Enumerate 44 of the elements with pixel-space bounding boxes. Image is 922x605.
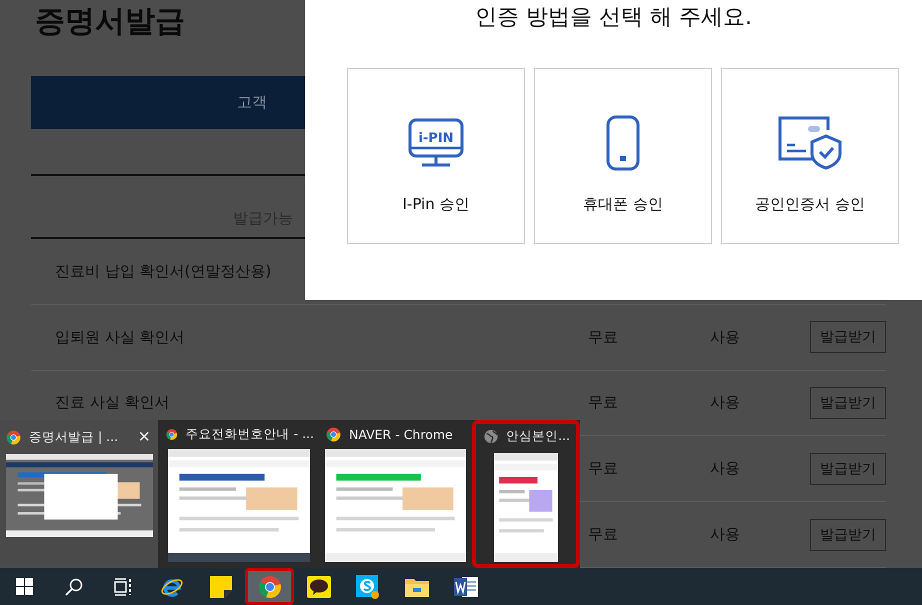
fee-cell-text: 무료 — [587, 393, 619, 412]
speech-bubble-icon — [306, 576, 330, 598]
sticky-note-icon — [210, 576, 232, 598]
option-label: 공인인증서 승인 — [755, 195, 865, 214]
chrome-logo-icon — [326, 427, 341, 442]
window-thumbnail[interactable]: 주요전화번호안내 - ... — [160, 420, 318, 568]
chrome-logo-icon — [166, 427, 178, 442]
window-thumbnail[interactable]: 증명서발급 | ... × — [0, 420, 158, 568]
chrome-logo-icon — [258, 574, 282, 598]
search-icon — [64, 578, 82, 596]
modal-title: 인증 방법을 선택 해 주세요. — [475, 4, 752, 32]
close-button[interactable]: × — [134, 427, 154, 447]
phone-icon — [606, 115, 640, 171]
fee-cell-text: 무료 — [587, 525, 619, 544]
tab-label: 고객 — [237, 93, 267, 112]
fee-cell-text: 무료 — [587, 328, 619, 347]
thumbnail-title: NAVER - Chrome — [349, 427, 454, 442]
skype-logo-icon — [356, 574, 380, 598]
folder-icon — [404, 576, 428, 596]
globe-icon — [484, 429, 498, 444]
document-name: 입퇴원 사실 확인서 — [55, 328, 186, 347]
use-cell-text: 사용 — [709, 525, 741, 544]
option-label: I-Pin 승인 — [402, 195, 470, 214]
fee-cell-text: 무료 — [587, 459, 619, 478]
windows-logo-icon — [16, 578, 33, 595]
document-w-icon — [454, 574, 478, 598]
thumbnail-title: 안심본인... — [506, 428, 570, 446]
thumbnail-title: 증명서발급 | ... — [29, 428, 120, 446]
certificate-shield-icon — [778, 116, 842, 170]
auth-option-card[interactable]: 휴대폰 승인 — [534, 68, 712, 244]
document-name: 진료 사실 확인서 — [55, 393, 171, 412]
use-cell-text: 사용 — [709, 393, 741, 412]
option-label: 휴대폰 승인 — [583, 195, 663, 214]
use-cell-text: 사용 — [709, 328, 741, 347]
auth-option-card[interactable]: i-PIN I-Pin 승인 — [347, 68, 525, 244]
window-thumbnail[interactable]: NAVER - Chrome — [320, 420, 470, 568]
task-view-icon — [114, 578, 132, 596]
thumbnail-title: 주요전화번호안내 - ... — [186, 426, 314, 443]
window-thumbnail[interactable]: 안심본인... — [472, 420, 580, 568]
auth-option-card[interactable]: 공인인증서 승인 — [721, 68, 899, 244]
document-name: 진료비 납입 확인서(연말정산용) — [55, 262, 272, 281]
use-cell-text: 사용 — [709, 459, 741, 478]
chrome-logo-icon — [6, 430, 21, 444]
page-heading: 증명서발급 — [34, 3, 185, 41]
